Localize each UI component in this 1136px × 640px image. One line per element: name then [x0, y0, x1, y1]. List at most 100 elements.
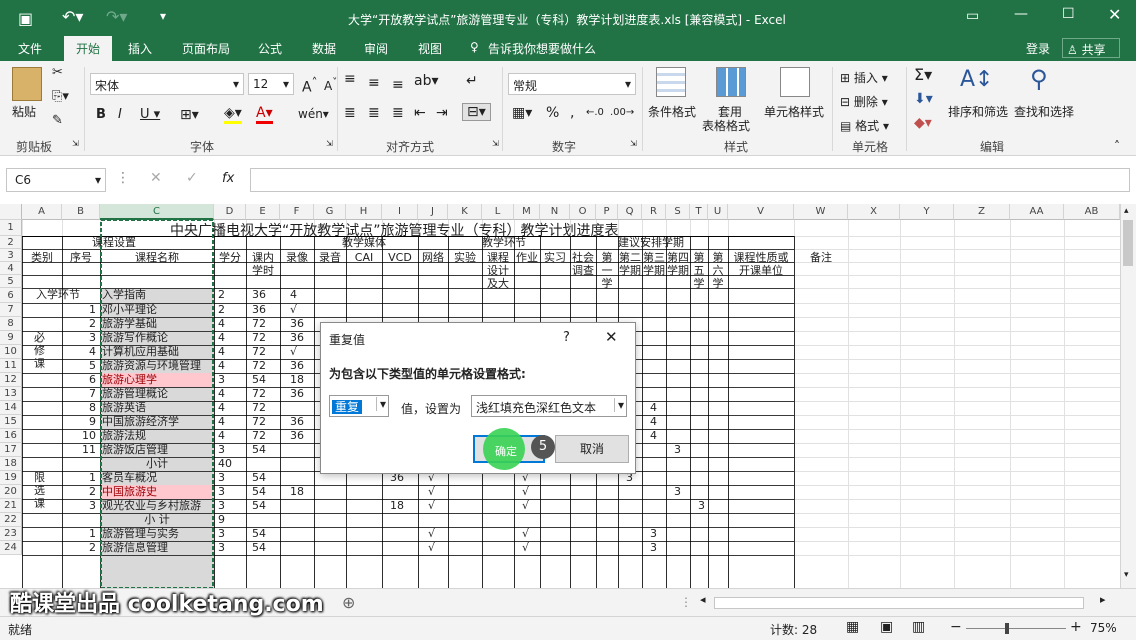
phonetic-icon[interactable]: wén▾ — [298, 107, 329, 121]
course-name-cell[interactable]: 邓小平理论 — [102, 303, 212, 317]
course-name-cell[interactable]: 旅游饭店管理 — [102, 443, 212, 457]
value-cell[interactable]: 4 — [650, 429, 666, 443]
header-homework[interactable]: 作业 — [515, 251, 539, 288]
tab-review[interactable]: 审阅 — [364, 40, 388, 57]
hours-cell[interactable]: 54 — [252, 527, 280, 541]
course-name-cell[interactable]: 客员车概况 — [102, 471, 212, 485]
hours-cell[interactable]: 72 — [252, 345, 280, 359]
scroll-right-icon[interactable]: ▸ — [1100, 593, 1106, 606]
value-cell[interactable]: 3 — [674, 485, 690, 499]
format-cells-button[interactable]: ▤ 格式 ▾ — [840, 117, 889, 134]
seq-cell[interactable] — [62, 457, 96, 471]
seq-cell[interactable]: 1 — [62, 303, 96, 317]
header-sem5[interactable]: 第五学期 — [691, 251, 707, 288]
course-name-cell[interactable]: 观光农业与乡村旅游 — [102, 499, 212, 513]
video-cell[interactable]: 18 — [290, 373, 314, 387]
vertical-scrollbar[interactable]: ▴ ▾ — [1120, 204, 1136, 588]
copy-icon[interactable]: ⎘▾ — [52, 89, 69, 104]
video-cell[interactable] — [290, 513, 314, 527]
seq-cell[interactable]: 5 — [62, 359, 96, 373]
paste-label[interactable]: 粘贴 — [12, 103, 36, 120]
cell-style-button[interactable]: 单元格样式 — [764, 103, 824, 120]
value-cell[interactable]: 3 — [650, 527, 666, 541]
header-course-setup[interactable]: 课程设置 — [92, 236, 192, 249]
align-right-icon[interactable]: ≣ — [392, 105, 404, 121]
confirm-entry-icon[interactable]: ✓ — [186, 170, 198, 186]
fill-color-icon[interactable]: ◈▾ — [224, 105, 242, 124]
course-name-cell[interactable]: 中国旅游史 — [102, 485, 212, 499]
credit-cell[interactable]: 4 — [218, 429, 244, 443]
video-cell[interactable]: 36 — [290, 415, 314, 429]
zoom-slider[interactable] — [966, 628, 1066, 629]
value-type-select[interactable]: 重复 ▾ — [329, 395, 389, 417]
clipboard-launcher-icon[interactable]: ⇲ — [72, 139, 79, 148]
seq-cell[interactable]: 6 — [62, 373, 96, 387]
course-name-cell[interactable]: 旅游学基础 — [102, 317, 212, 331]
value-cell[interactable]: 18 — [390, 499, 418, 513]
horizontal-scrollbar[interactable] — [714, 597, 1084, 609]
header-sem3[interactable]: 第三学期 — [643, 251, 665, 288]
redo-icon[interactable]: ↷▾ — [106, 7, 127, 26]
accounting-icon[interactable]: ▦▾ — [512, 105, 532, 121]
seq-cell[interactable]: 2 — [62, 541, 96, 555]
check-cell[interactable]: √ — [428, 485, 444, 499]
format-style-select[interactable]: 浅红填充色深红色文本 ▾ — [471, 395, 627, 417]
tab-file[interactable]: 文件 — [18, 40, 42, 57]
category-required[interactable]: 必修课 — [34, 331, 48, 391]
hours-cell[interactable]: 72 — [252, 401, 280, 415]
hours-cell[interactable]: 54 — [252, 373, 280, 387]
credit-cell[interactable]: 2 — [218, 303, 244, 317]
merge-center-icon[interactable]: ⊟▾ — [462, 103, 491, 121]
help-icon[interactable]: ? — [563, 330, 570, 345]
page-layout-view-icon[interactable]: ▣ — [880, 619, 893, 635]
value-cell[interactable]: 3 — [674, 443, 690, 457]
course-name-cell[interactable]: 小 计 — [102, 513, 212, 527]
credit-cell[interactable]: 4 — [218, 401, 244, 415]
number-launcher-icon[interactable]: ⇲ — [630, 139, 637, 148]
video-cell[interactable]: 4 — [290, 288, 314, 303]
paste-icon[interactable] — [12, 67, 42, 101]
check-cell[interactable]: √ — [522, 485, 538, 499]
video-cell[interactable]: 18 — [290, 485, 314, 499]
insert-cells-button[interactable]: ⊞ 插入 ▾ — [840, 69, 888, 86]
seq-cell[interactable]: 11 — [62, 443, 96, 457]
credit-cell[interactable]: 3 — [218, 527, 244, 541]
hours-cell[interactable]: 54 — [252, 485, 280, 499]
header-experiment[interactable]: 实验 — [449, 251, 481, 288]
cut-icon[interactable]: ✂ — [52, 65, 63, 80]
font-name-select[interactable]: 宋体 ▾ — [90, 73, 244, 95]
check-cell[interactable]: √ — [522, 499, 538, 513]
header-schedule[interactable]: 建议安排学期 — [618, 236, 708, 249]
cell-style-icon[interactable] — [780, 67, 810, 97]
comma-icon[interactable]: , — [570, 105, 574, 121]
header-seq[interactable]: 序号 — [63, 251, 99, 288]
font-launcher-icon[interactable]: ⇲ — [326, 139, 333, 148]
alignment-launcher-icon[interactable]: ⇲ — [492, 139, 499, 148]
zoom-slider-thumb[interactable] — [1005, 623, 1009, 634]
check-cell[interactable]: √ — [428, 541, 444, 555]
italic-icon[interactable]: I — [118, 107, 122, 122]
formula-input[interactable] — [250, 168, 1130, 192]
video-cell[interactable] — [290, 457, 314, 471]
conditional-format-button[interactable]: 条件格式 — [648, 103, 696, 120]
tab-data[interactable]: 数据 — [312, 40, 336, 57]
share-button[interactable]: ♙ 共享 — [1062, 38, 1120, 58]
percent-icon[interactable]: % — [546, 105, 559, 121]
header-network[interactable]: 网络 — [419, 251, 447, 288]
credit-cell[interactable]: 3 — [218, 485, 244, 499]
scroll-left-icon[interactable]: ◂ — [700, 593, 706, 606]
credit-cell[interactable]: 3 — [218, 443, 244, 457]
vertical-scroll-thumb[interactable] — [1123, 220, 1133, 266]
course-name-cell[interactable]: 旅游法规 — [102, 429, 212, 443]
course-name-cell[interactable]: 中国旅游经济学 — [102, 415, 212, 429]
hours-cell[interactable]: 54 — [252, 541, 280, 555]
font-size-select[interactable]: 12 ▾ — [248, 73, 294, 95]
check-cell[interactable]: √ — [522, 527, 538, 541]
seq-cell[interactable] — [62, 288, 96, 303]
credit-cell[interactable]: 3 — [218, 373, 244, 387]
header-audio[interactable]: 录音 — [315, 251, 345, 288]
hours-cell[interactable] — [252, 457, 280, 471]
check-cell[interactable]: √ — [428, 527, 444, 541]
header-teaching-link[interactable]: 教学环节 — [482, 236, 552, 249]
zoom-out-button[interactable]: − — [950, 619, 962, 635]
